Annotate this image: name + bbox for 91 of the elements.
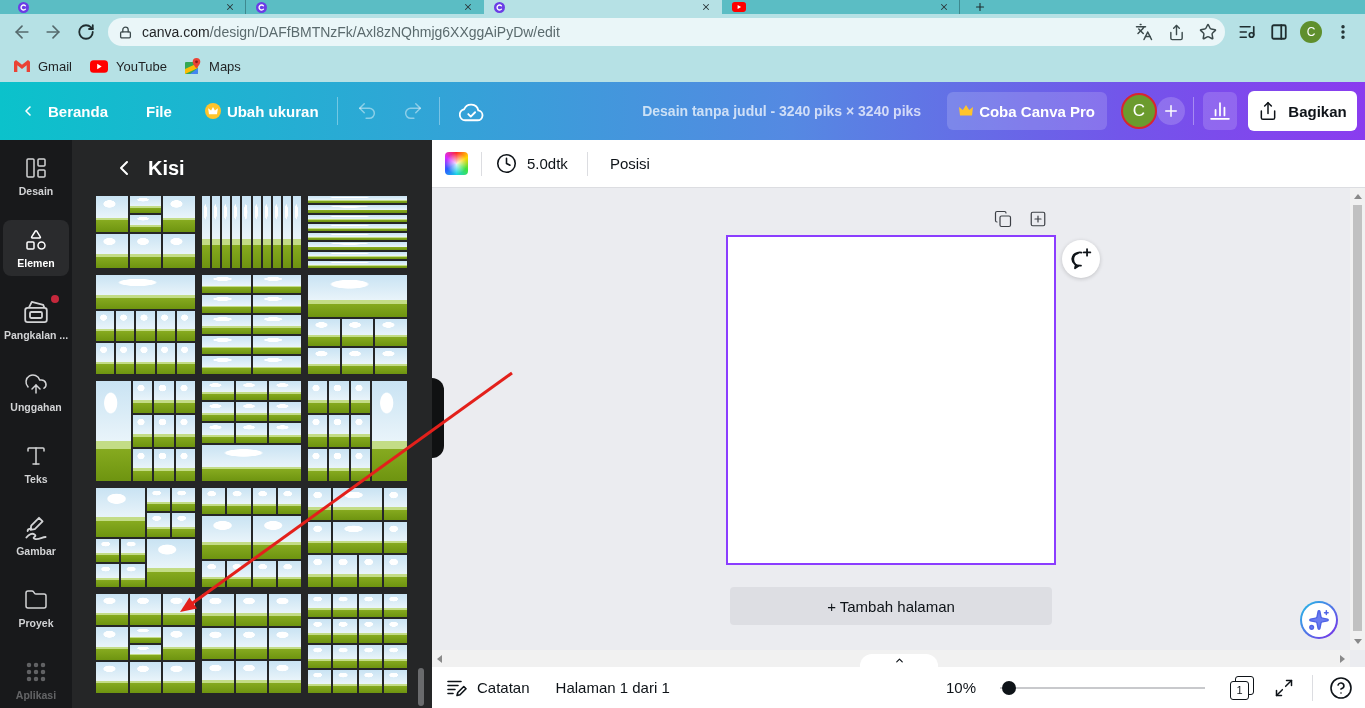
panel-collapse-handle[interactable] — [432, 378, 444, 458]
position-button[interactable]: Posisi — [601, 145, 658, 182]
plus-icon[interactable] — [974, 1, 986, 13]
star-icon[interactable] — [1199, 23, 1217, 41]
close-icon[interactable] — [463, 2, 473, 12]
scroll-right-icon[interactable] — [1340, 654, 1345, 663]
logo-icon — [494, 1, 505, 13]
play-icon — [89, 59, 108, 73]
sparkle-icon — [1308, 609, 1330, 631]
mail-icon — [14, 60, 30, 72]
slider-thumb[interactable] — [1001, 680, 1016, 695]
sidebar-item[interactable]: Proyek — [3, 580, 69, 636]
browser-tab[interactable] — [484, 0, 722, 14]
shapes-icon — [24, 227, 48, 252]
horizontal-scrollbar[interactable] — [432, 650, 1350, 667]
sidebar-item[interactable]: Teks — [3, 436, 69, 492]
grid-layout-thumbnail[interactable] — [96, 594, 195, 693]
scroll-up-icon[interactable] — [1353, 194, 1362, 199]
logo-icon — [18, 1, 29, 13]
comment-button[interactable] — [1062, 240, 1100, 278]
expand-handle[interactable] — [860, 654, 938, 667]
sidebar-item[interactable]: Gambar — [3, 508, 69, 564]
playlist-icon[interactable] — [1238, 23, 1256, 41]
reload-icon[interactable] — [77, 23, 95, 41]
map-pin-icon — [185, 58, 202, 74]
bar-chart-icon — [1210, 102, 1230, 120]
add-page-button[interactable]: + Tambah halaman — [730, 587, 1052, 625]
scrollbar-thumb[interactable] — [418, 668, 424, 706]
share-icon[interactable] — [1167, 23, 1185, 41]
grid-layout-thumbnail[interactable] — [202, 275, 301, 374]
analytics-button[interactable] — [1203, 92, 1237, 130]
bookmark-link[interactable]: YouTube — [85, 53, 172, 79]
crown-icon — [204, 103, 221, 119]
comment-add-icon — [1070, 248, 1092, 270]
design-page[interactable] — [726, 235, 1056, 565]
translate-icon[interactable] — [1135, 23, 1153, 41]
cloud-upload-icon — [24, 371, 48, 396]
sidebar-item[interactable]: Desain — [3, 148, 69, 204]
help-icon[interactable] — [1329, 675, 1353, 700]
upgrade-button[interactable]: Coba Canva Pro — [947, 92, 1107, 130]
panel-title: Kisi — [148, 156, 185, 180]
bookmark-link[interactable]: Maps — [181, 53, 245, 79]
crown-icon — [959, 105, 974, 117]
page-indicator[interactable]: Halaman 1 dari 1 — [555, 671, 670, 704]
scroll-down-icon[interactable] — [1353, 639, 1362, 644]
add-user-button[interactable] — [1157, 97, 1185, 125]
grid-layout-thumbnail[interactable] — [96, 196, 195, 268]
clock-icon — [496, 153, 517, 174]
copy-icon[interactable] — [994, 210, 1012, 228]
sidebar-item[interactable]: Unggahan — [3, 364, 69, 420]
grid-layout-thumbnail[interactable] — [308, 594, 407, 693]
play-icon — [732, 2, 746, 12]
close-icon[interactable] — [701, 2, 711, 12]
color-swatch-icon[interactable] — [445, 152, 468, 175]
grid-layout-thumbnail[interactable] — [96, 381, 195, 481]
address-bar[interactable]: canva.com/design/DAFfBMTNzFk/Axl8zNQhmjg6XXggAiPyDw/edit — [108, 18, 1225, 46]
add-page-icon[interactable] — [1029, 210, 1047, 228]
scrollbar-thumb[interactable] — [1353, 205, 1362, 631]
case-icon — [24, 299, 48, 324]
grid-layout-thumbnail[interactable] — [308, 275, 407, 374]
close-icon[interactable] — [225, 2, 235, 12]
grid-layout-thumbnail[interactable] — [96, 275, 195, 374]
close-icon[interactable] — [939, 2, 949, 12]
grid-layout-thumbnail[interactable] — [96, 488, 195, 587]
plus-icon — [1162, 102, 1180, 120]
duration-button[interactable]: 5.0dtk — [496, 145, 568, 182]
grid-layout-thumbnail[interactable] — [202, 488, 301, 587]
lock-icon[interactable] — [119, 25, 132, 39]
profile-avatar[interactable]: C — [1300, 21, 1322, 43]
grid-layout-thumbnail[interactable] — [308, 488, 407, 587]
fullscreen-icon[interactable] — [1274, 677, 1294, 698]
folder-icon — [24, 587, 48, 612]
side-panel-icon[interactable] — [1270, 23, 1288, 41]
grid-layout-thumbnail[interactable] — [202, 594, 301, 693]
grid-layout-thumbnail[interactable] — [308, 381, 407, 481]
grid-layout-thumbnail[interactable] — [308, 196, 407, 268]
sidebar-item[interactable]: Elemen — [3, 220, 69, 276]
sidebar-item[interactable]: Pangkalan ... — [3, 292, 69, 348]
grid-layout-thumbnail[interactable] — [202, 381, 301, 481]
pen-icon — [24, 515, 48, 540]
zoom-percentage[interactable]: 10% — [945, 671, 976, 704]
magic-button[interactable] — [1300, 601, 1338, 639]
url-text: canva.com/design/DAFfBMTNzFk/Axl8zNQhmjg6XXggAiPyDw/edit — [142, 24, 560, 40]
share-button[interactable]: Bagikan — [1248, 91, 1357, 131]
layout-icon — [24, 155, 48, 180]
vertical-scrollbar[interactable] — [1350, 188, 1365, 650]
grid-layout-thumbnail[interactable] — [202, 196, 301, 268]
logo-icon — [256, 1, 267, 13]
scroll-left-icon[interactable] — [437, 654, 442, 663]
bookmark-link[interactable]: Gmail — [10, 53, 76, 79]
notes-button[interactable]: Catatan — [447, 671, 530, 704]
